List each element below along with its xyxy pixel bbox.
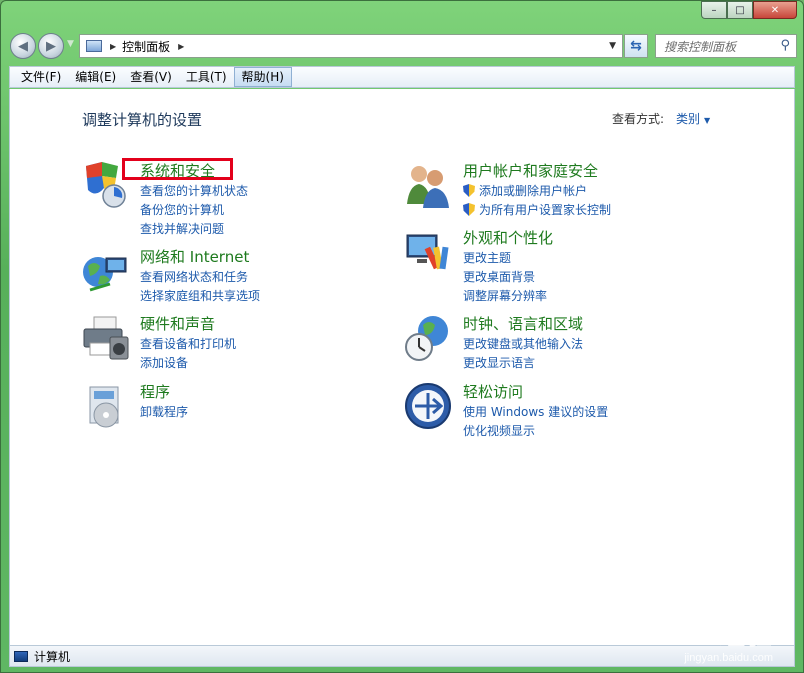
view-by-value[interactable]: 类别	[676, 112, 700, 126]
uac-shield-icon	[463, 184, 475, 197]
ease-of-access-icon[interactable]	[403, 381, 453, 431]
link-network-status[interactable]: 查看网络状态和任务	[140, 268, 260, 287]
link-parental-controls[interactable]: 为所有用户设置家长控制	[463, 201, 611, 220]
link-optimize-video-display[interactable]: 优化视频显示	[463, 422, 608, 441]
link-text[interactable]: 添加或删除用户帐户	[479, 184, 587, 198]
search-input[interactable]: 搜索控制面板 ⚲	[655, 34, 797, 58]
link-add-device[interactable]: 添加设备	[140, 354, 236, 373]
link-troubleshoot[interactable]: 查找并解决问题	[140, 220, 248, 239]
link-view-computer-status[interactable]: 查看您的计算机状态	[140, 182, 248, 201]
category-title-programs[interactable]: 程序	[140, 381, 170, 402]
programs-disc-icon[interactable]	[80, 381, 130, 431]
navigation-row: ◀ ▶ ▼ ▶ 控制面板 ▶ ▼ ⇆ 搜索控制面板 ⚲	[7, 31, 797, 59]
breadcrumb-separator-icon[interactable]: ▶	[178, 42, 184, 51]
printer-icon[interactable]	[80, 313, 130, 363]
category-title-ease-of-access[interactable]: 轻松访问	[463, 381, 523, 402]
users-icon[interactable]	[403, 160, 453, 210]
link-homegroup-sharing[interactable]: 选择家庭组和共享选项	[140, 287, 260, 306]
address-dropdown-icon[interactable]: ▼	[609, 41, 616, 51]
minimize-button[interactable]: –	[701, 1, 727, 19]
search-placeholder: 搜索控制面板	[664, 39, 737, 54]
maximize-button[interactable]: □	[727, 1, 753, 19]
category-title-user-accounts[interactable]: 用户帐户和家庭安全	[463, 160, 598, 181]
link-text[interactable]: 为所有用户设置家长控制	[479, 203, 611, 217]
link-uninstall-program[interactable]: 卸载程序	[140, 403, 188, 422]
link-devices-printers[interactable]: 查看设备和打印机	[140, 335, 236, 354]
link-change-theme[interactable]: 更改主题	[463, 249, 547, 268]
watermark-brand: Baidu经验	[641, 620, 773, 650]
forward-arrow-icon: ▶	[46, 38, 56, 54]
menu-tools[interactable]: 工具(T)	[179, 67, 234, 87]
control-panel-icon	[86, 40, 102, 52]
menu-bar: 文件(F) 编辑(E) 查看(V) 工具(T) 帮助(H)	[9, 66, 795, 88]
address-bar[interactable]: ▶ 控制面板 ▶ ▼	[79, 34, 623, 58]
uac-shield-icon	[463, 203, 475, 216]
link-screen-resolution[interactable]: 调整屏幕分辨率	[463, 287, 547, 306]
watermark-url: jingyan.baidu.com	[684, 652, 773, 664]
breadcrumb-separator-icon[interactable]: ▶	[110, 42, 116, 51]
chevron-down-icon[interactable]: ▼	[704, 116, 710, 125]
search-icon[interactable]: ⚲	[780, 38, 790, 53]
menu-edit[interactable]: 编辑(E)	[68, 67, 123, 87]
clock-globe-icon[interactable]	[403, 313, 453, 363]
refresh-button[interactable]: ⇆	[624, 34, 648, 58]
category-title-clock-language[interactable]: 时钟、语言和区域	[463, 313, 583, 334]
refresh-icon: ⇆	[630, 38, 642, 54]
category-user-accounts: 用户帐户和家庭安全 添加或删除用户帐户 为所有用户设置家长控制	[403, 160, 733, 220]
link-change-background[interactable]: 更改桌面背景	[463, 268, 547, 287]
menu-view[interactable]: 查看(V)	[123, 67, 179, 87]
view-by-dropdown[interactable]: 类别 ▼	[676, 110, 710, 127]
menu-help[interactable]: 帮助(H)	[233, 67, 292, 87]
status-text: 计算机	[34, 649, 71, 664]
display-palette-icon[interactable]	[403, 227, 453, 277]
menu-file[interactable]: 文件(F)	[14, 67, 68, 87]
link-backup-computer[interactable]: 备份您的计算机	[140, 201, 248, 220]
back-button[interactable]: ◀	[10, 33, 36, 59]
category-programs: 程序 卸载程序	[80, 381, 380, 441]
forward-button[interactable]: ▶	[38, 33, 64, 59]
computer-icon	[14, 650, 28, 662]
category-appearance: 外观和个性化 更改主题 更改桌面背景 调整屏幕分辨率	[403, 227, 733, 307]
link-change-display-language[interactable]: 更改显示语言	[463, 354, 583, 373]
category-hardware-sound: 硬件和声音 查看设备和打印机 添加设备	[80, 313, 380, 373]
link-windows-recommended-settings[interactable]: 使用 Windows 建议的设置	[463, 403, 608, 422]
link-change-input-method[interactable]: 更改键盘或其他输入法	[463, 335, 583, 354]
category-network-internet: 网络和 Internet 查看网络状态和任务 选择家庭组和共享选项	[80, 246, 380, 306]
watermark: Baidu经验 jingyan.baidu.com	[642, 615, 773, 664]
link-add-remove-users[interactable]: 添加或删除用户帐户	[463, 182, 611, 201]
category-clock-language: 时钟、语言和区域 更改键盘或其他输入法 更改显示语言	[403, 313, 733, 373]
category-title-hardware-sound[interactable]: 硬件和声音	[140, 313, 215, 334]
caption-buttons: – □ ✕	[701, 1, 797, 19]
page-title: 调整计算机的设置	[82, 111, 203, 129]
main-content: 调整计算机的设置 查看方式: 类别 ▼ 系统和安全 查看您的计算机状态 备份您的计…	[9, 89, 795, 645]
back-arrow-icon: ◀	[18, 38, 28, 54]
network-globe-icon[interactable]	[80, 246, 130, 296]
recent-pages-dropdown[interactable]: ▼	[67, 39, 74, 49]
category-title-appearance[interactable]: 外观和个性化	[463, 227, 553, 248]
close-button[interactable]: ✕	[753, 1, 797, 19]
category-ease-of-access: 轻松访问 使用 Windows 建议的设置 优化视频显示	[403, 381, 733, 441]
highlight-box	[122, 158, 233, 180]
view-by-label: 查看方式:	[612, 112, 665, 126]
breadcrumb-control-panel[interactable]: 控制面板	[122, 38, 170, 55]
control-panel-window: – □ ✕ ◀ ▶ ▼ ▶ 控制面板 ▶ ▼ ⇆ 搜索控制面板 ⚲ 文件(F) …	[0, 0, 804, 673]
category-title-network-internet[interactable]: 网络和 Internet	[140, 246, 249, 267]
